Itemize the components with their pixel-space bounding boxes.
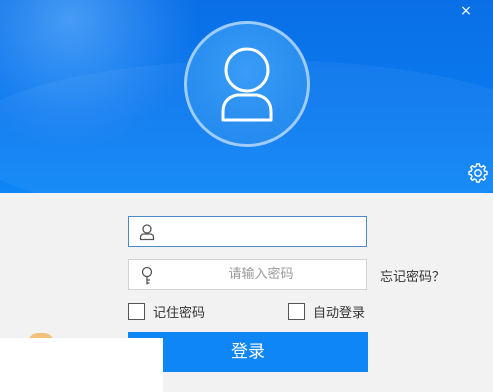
username-input[interactable] <box>163 217 359 246</box>
forgot-password-link[interactable]: 忘记密码？ <box>380 266 445 285</box>
auto-login-box[interactable] <box>288 303 305 320</box>
gear-icon[interactable] <box>467 162 489 184</box>
key-icon <box>141 266 153 285</box>
auto-login-label: 自动登录 <box>313 306 366 321</box>
remember-password-label: 记住密码 <box>153 306 206 321</box>
remember-password-box[interactable] <box>128 303 145 320</box>
login-window: × 忘记密码？ 记住密码 自动登录 登录 <box>0 0 493 392</box>
auto-login-checkbox[interactable]: 自动登录 <box>288 302 365 321</box>
password-field[interactable] <box>128 259 367 290</box>
close-button[interactable]: × <box>457 2 475 20</box>
username-field[interactable] <box>128 216 367 247</box>
avatar <box>184 21 310 147</box>
header-banner: × <box>0 0 493 193</box>
remember-password-checkbox[interactable]: 记住密码 <box>128 302 205 321</box>
password-input[interactable] <box>163 260 359 289</box>
login-button[interactable]: 登录 <box>128 332 368 372</box>
user-avatar-icon <box>221 47 273 122</box>
user-icon <box>139 224 155 241</box>
overlay-white-panel <box>0 338 163 392</box>
